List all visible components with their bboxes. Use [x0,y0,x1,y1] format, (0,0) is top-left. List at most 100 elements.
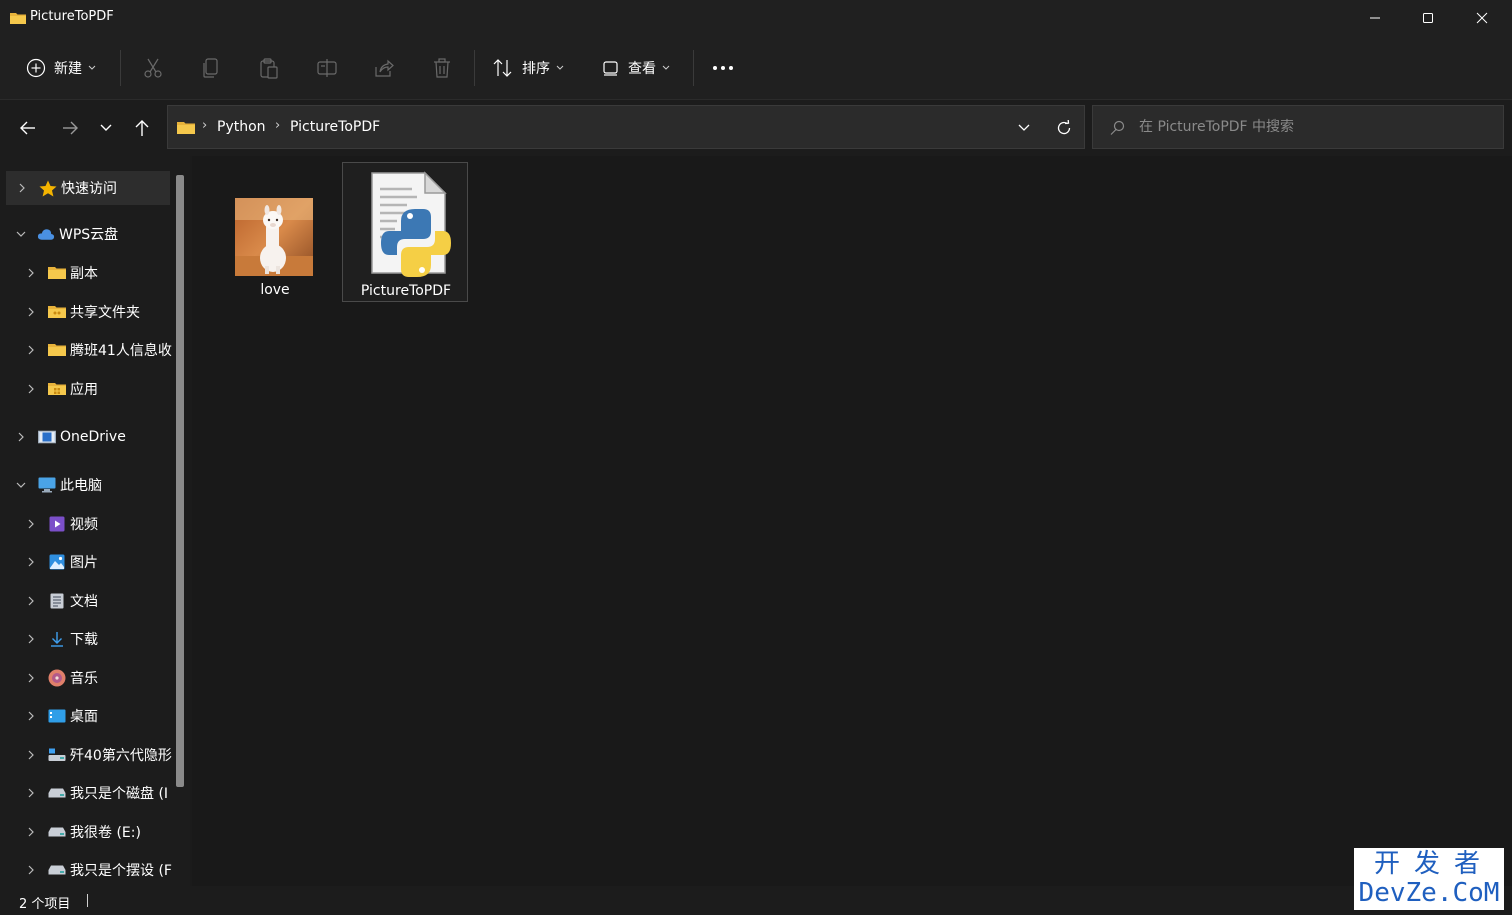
sidebar-item-drive-e[interactable]: 我很卷 (E:) [0,815,172,849]
recent-locations-button[interactable] [92,114,120,142]
forward-button[interactable] [56,114,84,142]
sidebar-item-pictures[interactable]: 图片 [0,545,172,579]
chevron-right-icon [24,825,38,839]
separator [120,50,121,86]
new-button[interactable]: 新建 [26,54,96,82]
chevron-down-icon [88,65,96,70]
sidebar-item-apps[interactable]: 应用 [0,372,172,406]
sidebar-item-this-pc[interactable]: 此电脑 [0,468,172,502]
paste-button[interactable] [258,54,280,82]
refresh-button[interactable] [1054,118,1074,138]
site-watermark: 开发者 DevZe.CoM [1354,848,1504,910]
sidebar-scrollbar-thumb[interactable] [176,175,184,787]
python-file-icon [367,171,467,281]
sidebar-item-music[interactable]: 音乐 [0,661,172,695]
sidebar-item-label: 此电脑 [60,478,102,494]
separator [693,50,694,86]
arrow-left-icon [20,121,35,135]
copy-button[interactable] [200,54,222,82]
image-thumbnail [235,198,313,276]
chevron-right-icon [14,430,28,444]
address-history-button[interactable] [1014,118,1034,138]
maximize-icon [1423,13,1433,23]
view-button[interactable]: 查看 [602,54,670,82]
watermark-line1: 开发者 [1373,849,1494,879]
sidebar-item-class-info[interactable]: 腾班41人信息收 [0,333,172,367]
chevron-right-icon [24,594,38,608]
sidebar-scrollbar[interactable] [174,175,186,887]
more-options-button[interactable] [712,54,734,82]
drive-icon [48,785,66,801]
sidebar-item-label: 音乐 [70,671,98,687]
minimize-button[interactable] [1352,0,1398,36]
sidebar-item-label: 共享文件夹 [70,305,140,321]
computer-icon [38,477,56,493]
breadcrumb-python[interactable]: Python [217,119,266,135]
sidebar-item-label: 应用 [70,382,98,398]
separator [474,50,475,86]
sidebar-item-label: 歼40第六代隐形 [70,748,172,764]
chevron-right-icon [24,748,38,762]
sidebar-item-label: 我只是个摆设 (F [70,863,172,879]
close-icon [1476,12,1488,24]
navigation-pane: 快速访问 WPS云盘 副本 共享文件夹 腾班41人信息收 应用 OneDrive… [0,156,190,886]
rename-button[interactable] [316,54,338,82]
cloud-icon [37,226,55,242]
delete-button[interactable] [431,54,453,82]
sidebar-item-downloads[interactable]: 下载 [0,622,172,656]
chevron-right-icon [24,305,38,319]
sort-button[interactable]: 排序 [492,54,564,82]
sidebar-item-copy[interactable]: 副本 [0,256,172,290]
sidebar-item-drive-c[interactable]: 歼40第六代隐形 [0,738,172,772]
close-button[interactable] [1459,0,1505,36]
breadcrumb-picturetopdf[interactable]: PictureToPDF [290,119,380,135]
sidebar-item-drive-f[interactable]: 我只是个摆设 (F [0,853,172,886]
search-input[interactable] [1139,117,1479,137]
sidebar-item-label: 我只是个磁盘 (I [70,786,169,802]
file-name: love [260,282,290,298]
sidebar-item-wps-cloud[interactable]: WPS云盘 [0,217,172,251]
desktop-icon [48,708,66,724]
chevron-right-icon [24,671,38,685]
sidebar-item-label: 桌面 [70,709,98,725]
sidebar-item-label: OneDrive [60,429,126,445]
drive-icon [48,862,66,878]
documents-icon [48,593,66,609]
address-bar[interactable]: › Python › PictureToPDF [167,105,1085,149]
file-name: PictureToPDF [360,283,452,299]
item-count: 2 个项目 [19,897,71,912]
video-icon [48,516,66,532]
view-label: 查看 [628,61,656,77]
sidebar-item-label: 文档 [70,594,98,610]
up-button[interactable] [128,114,156,142]
sidebar-item-label: WPS云盘 [59,227,119,243]
sidebar-item-label: 视频 [70,517,98,533]
search-box[interactable] [1092,105,1504,149]
maximize-button[interactable] [1405,0,1451,36]
breadcrumb-separator-icon: › [275,118,281,133]
download-icon [48,631,66,647]
sidebar-item-desktop[interactable]: 桌面 [0,699,172,733]
sidebar-item-quick-access[interactable]: 快速访问 [6,171,170,205]
sidebar-item-drive-d[interactable]: 我只是个磁盘 (I [0,776,172,810]
title-bar: PictureToPDF [0,0,1512,36]
chevron-down-icon [1018,124,1030,131]
sidebar-item-label: 我很卷 (E:) [70,825,141,841]
sidebar-item-documents[interactable]: 文档 [0,584,172,618]
plus-circle-icon [26,58,46,78]
sidebar-item-label: 副本 [70,266,98,282]
arrow-up-icon [135,120,149,136]
chevron-right-icon [15,181,29,195]
file-item-picturetopdf[interactable]: PictureToPDF [342,162,468,302]
share-button[interactable] [373,54,395,82]
chevron-down-icon [14,478,28,492]
sort-label: 排序 [522,61,550,77]
back-button[interactable] [14,114,42,142]
cut-button[interactable] [142,54,164,82]
sidebar-item-shared-folder[interactable]: 共享文件夹 [0,295,172,329]
sidebar-item-videos[interactable]: 视频 [0,507,172,541]
new-label: 新建 [54,61,82,77]
file-item-love[interactable]: love [212,164,338,304]
file-list[interactable]: love PictureToPDF [192,156,1512,886]
sidebar-item-onedrive[interactable]: OneDrive [0,420,172,454]
